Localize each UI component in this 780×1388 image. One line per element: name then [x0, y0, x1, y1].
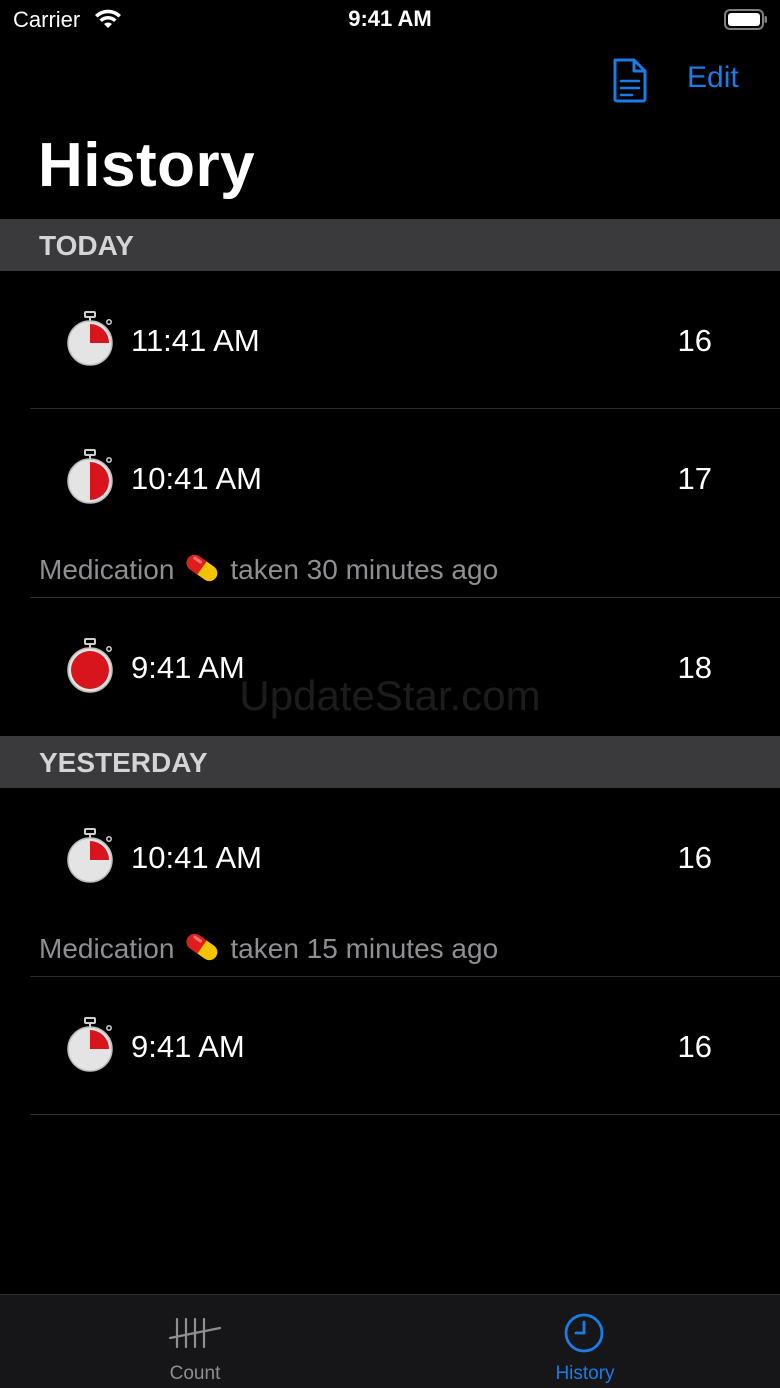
row-time: 9:41 AM [131, 1029, 245, 1064]
section-header-yesterday: YESTERDAY [0, 736, 780, 788]
row-count: 16 [677, 1029, 712, 1064]
row-time: 10:41 AM [131, 461, 262, 496]
row-count: 16 [677, 323, 712, 358]
status-time: 9:41 AM [348, 6, 432, 31]
pill-icon [187, 554, 218, 582]
section-header-label: TODAY [39, 230, 134, 261]
medication-time: taken 30 minutes ago [230, 554, 499, 585]
pill-icon [187, 933, 218, 961]
row-count: 17 [677, 461, 712, 496]
history-row[interactable]: 10:41 AM 16 [0, 788, 780, 898]
row-time: 10:41 AM [131, 840, 262, 875]
row-separator [30, 1114, 780, 1115]
medication-note[interactable]: Medication taken 30 minutes ago [39, 551, 498, 586]
row-count: 16 [677, 840, 712, 875]
tab-history[interactable]: History [390, 1295, 780, 1388]
history-row[interactable]: 9:41 AM 18 [0, 598, 780, 735]
tab-label: History [555, 1363, 615, 1384]
history-row[interactable]: 10:41 AM 17 [0, 409, 780, 519]
medication-label: Medication [39, 554, 175, 585]
medication-time: taken 15 minutes ago [230, 933, 499, 964]
status-bar: Carrier 9:41 AM [0, 0, 780, 40]
edit-button[interactable]: Edit [687, 61, 739, 95]
history-row[interactable]: 11:41 AM 16 [0, 271, 780, 408]
section-header-today: TODAY [0, 219, 780, 271]
section-header-label: YESTERDAY [39, 747, 208, 778]
timer-half-icon [67, 449, 113, 504]
page-title: History [38, 131, 256, 200]
tab-label: Count [169, 1363, 221, 1384]
row-count: 18 [677, 650, 712, 685]
tally-marks-icon [168, 1317, 222, 1349]
timer-quarter-icon [67, 1017, 113, 1072]
tab-count[interactable]: Count [0, 1295, 390, 1388]
document-icon[interactable] [610, 57, 650, 103]
tab-bar: Count History [0, 1294, 780, 1388]
medication-label: Medication [39, 933, 175, 964]
row-time: 9:41 AM [131, 650, 245, 685]
clock-icon [564, 1313, 604, 1353]
timer-quarter-icon [67, 828, 113, 883]
history-row[interactable]: 9:41 AM 16 [0, 977, 780, 1114]
timer-quarter-icon [67, 311, 113, 366]
battery-full-icon [724, 9, 767, 30]
row-time: 11:41 AM [131, 323, 260, 358]
timer-full-icon [67, 638, 113, 693]
medication-note[interactable]: Medication taken 15 minutes ago [39, 930, 498, 965]
